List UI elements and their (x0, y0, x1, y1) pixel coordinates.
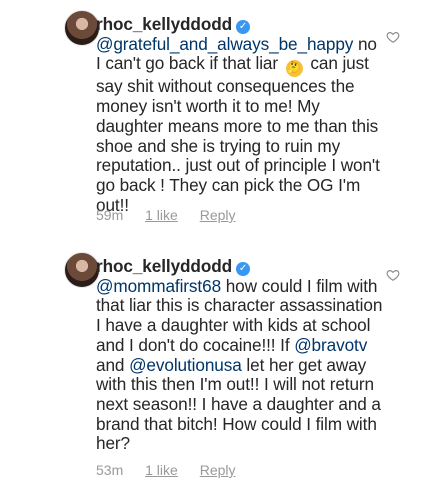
reply-button[interactable]: Reply (200, 462, 236, 478)
comment-body: rhoc_kellyddodd ✓ @grateful_and_always_be… (96, 14, 386, 215)
comment-text: can just say shit without consequences t… (96, 53, 380, 215)
mention-link[interactable]: @grateful_and_always_be_happy (96, 34, 353, 54)
likes-count-link[interactable]: 1 like (145, 207, 178, 223)
username[interactable]: rhoc_kellyddodd (96, 14, 232, 34)
comment-text: and (96, 354, 130, 375)
reply-button[interactable]: Reply (200, 207, 236, 223)
username[interactable]: rhoc_kellyddodd (96, 256, 232, 276)
timestamp: 53m (96, 462, 124, 478)
mention-link[interactable]: @mommafirst68 (96, 276, 221, 296)
avatar[interactable] (64, 10, 100, 46)
verified-badge-icon: ✓ (236, 20, 251, 34)
thinking-face-emoji-icon: 🤔 (285, 60, 303, 78)
mention-link[interactable]: @bravotv (294, 335, 367, 355)
mention-link[interactable]: @evolutionusa (129, 355, 242, 375)
comment-meta: 59m 1 like Reply (96, 207, 254, 223)
timestamp: 59m (96, 207, 124, 223)
comment-body: rhoc_kellyddodd ✓ @mommafirst68 how could… (96, 256, 386, 454)
heart-outline-icon[interactable] (386, 30, 400, 44)
heart-outline-icon[interactable] (386, 268, 400, 282)
avatar[interactable] (64, 252, 100, 288)
likes-count-link[interactable]: 1 like (145, 462, 178, 478)
comment-meta: 53m 1 like Reply (96, 462, 254, 478)
verified-badge-icon: ✓ (236, 262, 251, 276)
